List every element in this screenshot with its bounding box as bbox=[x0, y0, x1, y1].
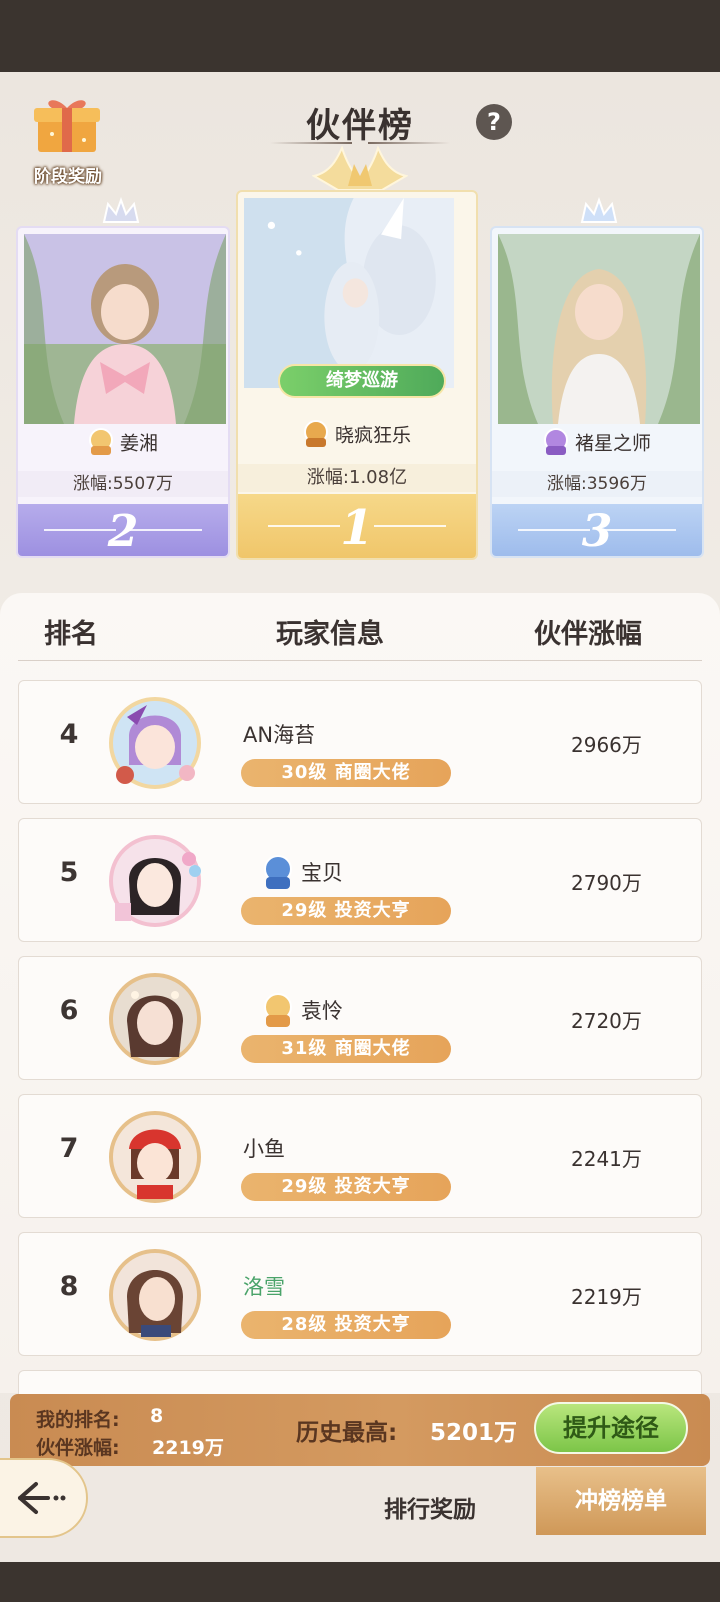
header-rank: 排名 bbox=[44, 619, 98, 650]
history-high-label: 历史最高: bbox=[296, 1420, 398, 1446]
tab-ranking-rewards[interactable]: 排行奖励 bbox=[384, 1490, 476, 1524]
list-row-rank-5[interactable]: 5 宝贝 29级 投资大亨 2790万 bbox=[18, 818, 702, 942]
row-rank: 6 bbox=[59, 995, 79, 1026]
event-banner: 绮梦巡游 bbox=[278, 364, 446, 398]
row-player-name: AN海苔 bbox=[243, 723, 316, 747]
rank-number: 3 bbox=[581, 506, 613, 557]
rank-number: 2 bbox=[107, 506, 139, 557]
list-row-rank-8[interactable]: 8 洛雪 28级 投资大亨 2219万 bbox=[18, 1232, 702, 1356]
player-avatar[interactable] bbox=[107, 971, 203, 1067]
noble-badge-icon bbox=[88, 428, 113, 455]
podium-card-rank-1[interactable]: 绮梦巡游 晓疯狂乐 涨幅:1.08亿 1 bbox=[236, 190, 478, 560]
player-name: 姜湘 bbox=[119, 432, 158, 455]
title-decoration-left bbox=[270, 142, 352, 144]
my-gain-value: 2219万 bbox=[152, 1437, 224, 1459]
rank-band: 1 bbox=[238, 494, 476, 558]
noble-badge-icon bbox=[543, 428, 568, 455]
row-level-badge: 31级 商圈大佬 bbox=[241, 1035, 451, 1063]
help-icon[interactable]: ? bbox=[476, 104, 512, 140]
player-avatar[interactable] bbox=[107, 695, 203, 791]
crown-gold-icon bbox=[312, 146, 408, 191]
row-player-name: 袁怜 bbox=[301, 999, 343, 1023]
row-level-badge: 30级 商圈大佬 bbox=[241, 759, 451, 787]
rank-band: 3 bbox=[492, 504, 702, 556]
back-arrow-icon bbox=[18, 1482, 66, 1514]
tab-ranking-list[interactable]: 冲榜榜单 bbox=[536, 1467, 706, 1535]
page-title: 伙伴榜 bbox=[306, 106, 414, 146]
row-rank: 5 bbox=[59, 857, 79, 888]
noble-badge-icon bbox=[264, 993, 292, 1027]
podium-gain: 涨幅:3596万 bbox=[492, 471, 702, 497]
podium-card-rank-2[interactable]: 姜湘 涨幅:5507万 2 bbox=[16, 226, 230, 558]
row-gain-value: 2720万 bbox=[571, 1009, 642, 1033]
player-name: 晓疯狂乐 bbox=[334, 424, 411, 447]
row-rank: 4 bbox=[59, 719, 79, 750]
row-level-badge: 29级 投资大亨 bbox=[241, 897, 451, 925]
my-gain-label: 伙伴涨幅: bbox=[36, 1437, 120, 1459]
history-high-value: 5201万 bbox=[430, 1420, 518, 1446]
band-line-right bbox=[130, 529, 202, 531]
row-rank: 7 bbox=[59, 1133, 79, 1164]
player-avatar[interactable] bbox=[107, 833, 203, 929]
player-portrait-image bbox=[498, 234, 700, 424]
row-player-name: 小鱼 bbox=[243, 1137, 285, 1161]
row-gain-value: 2966万 bbox=[571, 733, 642, 757]
list-divider bbox=[18, 660, 702, 661]
row-player-name: 洛雪 bbox=[243, 1275, 285, 1299]
rank-band: 2 bbox=[18, 504, 228, 556]
podium-gain: 涨幅:1.08亿 bbox=[238, 464, 476, 492]
podium-gain: 涨幅:5507万 bbox=[18, 471, 228, 497]
podium-name-row: 姜湘 bbox=[18, 428, 228, 456]
noble-badge-icon bbox=[303, 420, 328, 447]
crown-silver-icon bbox=[102, 197, 140, 223]
player-avatar[interactable] bbox=[107, 1109, 203, 1205]
my-rank-label: 我的排名: bbox=[36, 1409, 120, 1431]
row-level-badge: 29级 投资大亨 bbox=[241, 1173, 451, 1201]
header-player-info: 玩家信息 bbox=[276, 619, 384, 650]
crown-blue-icon bbox=[580, 197, 618, 223]
header-partner-gain: 伙伴涨幅 bbox=[534, 619, 642, 650]
band-line-right bbox=[374, 525, 446, 527]
noble-badge-icon bbox=[264, 855, 292, 889]
row-gain-value: 2241万 bbox=[571, 1147, 642, 1171]
my-rank-value: 8 bbox=[150, 1405, 164, 1427]
row-level-badge: 28级 投资大亨 bbox=[241, 1311, 451, 1339]
rank-number: 1 bbox=[340, 500, 374, 556]
list-row-rank-4[interactable]: 4 AN海苔 30级 商圈大佬 2966万 bbox=[18, 680, 702, 804]
row-player-name: 宝贝 bbox=[301, 861, 343, 885]
stage-reward-label: 阶段奖励 bbox=[34, 167, 102, 187]
title-decoration-right bbox=[368, 142, 450, 144]
bottom-bar bbox=[0, 1562, 720, 1602]
list-row-rank-6[interactable]: 6 袁怜 31级 商圈大佬 2720万 bbox=[18, 956, 702, 1080]
podium-card-rank-3[interactable]: 褚星之师 涨幅:3596万 3 bbox=[490, 226, 704, 558]
row-gain-value: 2219万 bbox=[571, 1285, 642, 1309]
top-bar bbox=[0, 0, 720, 72]
back-button[interactable] bbox=[0, 1458, 88, 1538]
podium-name-row: 褚星之师 bbox=[492, 428, 702, 456]
row-rank: 8 bbox=[59, 1271, 79, 1302]
list-row-rank-7[interactable]: 7 小鱼 29级 投资大亨 2241万 bbox=[18, 1094, 702, 1218]
player-name: 褚星之师 bbox=[574, 432, 651, 455]
player-portrait-image bbox=[244, 198, 455, 388]
player-avatar[interactable] bbox=[107, 1247, 203, 1343]
boost-path-button[interactable]: 提升途径 bbox=[534, 1402, 688, 1454]
player-portrait-image bbox=[24, 234, 226, 424]
band-line-right bbox=[604, 529, 676, 531]
row-gain-value: 2790万 bbox=[571, 871, 642, 895]
podium-name-row: 晓疯狂乐 bbox=[238, 420, 476, 448]
